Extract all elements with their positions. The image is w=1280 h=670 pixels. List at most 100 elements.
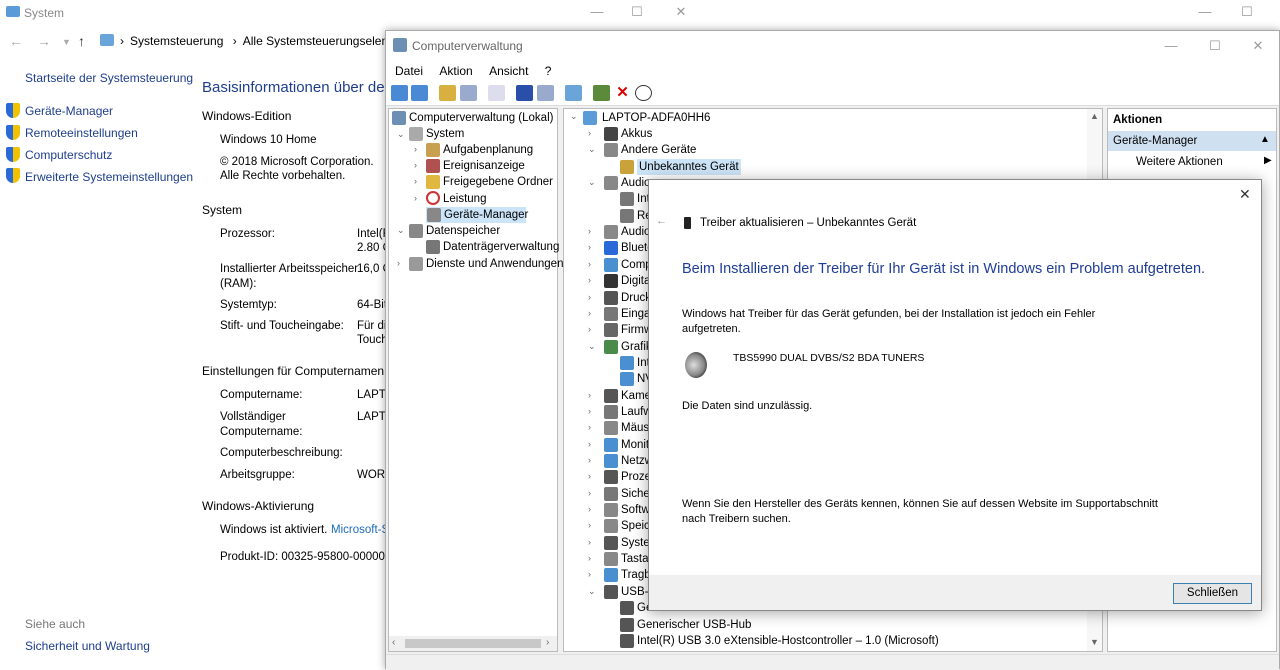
chevron-right-icon[interactable]: ›	[588, 292, 591, 302]
security-maintenance-link[interactable]: Sicherheit und Wartung	[25, 639, 150, 653]
chevron-right-icon[interactable]: ›	[414, 144, 417, 154]
device-category[interactable]: Monit	[621, 437, 649, 453]
back-arrow-icon[interactable]: ←	[656, 215, 667, 227]
menu-file[interactable]: Datei	[386, 61, 423, 78]
scan-hardware-icon[interactable]	[565, 85, 582, 101]
device-category[interactable]: Digita	[621, 273, 650, 289]
remote-settings-link[interactable]: Remoteeinstellungen	[25, 126, 138, 140]
chevron-right-icon[interactable]: ›	[588, 455, 591, 465]
chevron-right-icon[interactable]: ›	[414, 160, 417, 170]
maximize-button[interactable]: ☐	[1192, 34, 1238, 58]
chevron-right-icon[interactable]: ›	[588, 537, 591, 547]
back-arrow-icon[interactable]: ←	[9, 33, 23, 49]
breadcrumb-item[interactable]: Systemsteuerung	[130, 34, 223, 48]
menu-help[interactable]: ?	[532, 61, 552, 78]
chevron-down-icon[interactable]: ▼	[62, 37, 71, 47]
scroll-up-arrow-icon[interactable]: ▲	[1090, 111, 1099, 121]
chevron-right-icon[interactable]: ›	[414, 193, 417, 203]
properties-icon[interactable]	[488, 85, 505, 101]
chevron-down-icon[interactable]: ⌄	[588, 144, 596, 155]
chevron-down-icon[interactable]: ⌄	[588, 586, 596, 597]
chevron-right-icon[interactable]: ›	[588, 226, 591, 236]
tree-item[interactable]: Datenträgerverwaltung	[443, 239, 559, 255]
chevron-right-icon[interactable]: ›	[588, 569, 591, 579]
tree-item[interactable]: Computerverwaltung (Lokal)	[409, 110, 553, 126]
chevron-right-icon[interactable]: ›	[588, 324, 591, 334]
chevron-right-icon[interactable]: ›	[588, 275, 591, 285]
forward-arrow-icon[interactable]	[411, 85, 428, 101]
device-category[interactable]: Druck	[621, 290, 651, 306]
chevron-down-icon[interactable]: ⌄	[397, 129, 405, 140]
scroll-thumb[interactable]	[405, 639, 541, 648]
device-category[interactable]: Audio	[621, 224, 650, 240]
scroll-left-arrow-icon[interactable]: ‹	[392, 637, 395, 648]
chevron-right-icon[interactable]: ›	[588, 504, 591, 514]
chevron-right-icon[interactable]: ›	[588, 242, 591, 252]
minimize-button[interactable]: —	[1148, 34, 1194, 58]
chevron-down-icon[interactable]: ⌄	[588, 341, 596, 352]
chevron-right-icon[interactable]: ›	[588, 471, 591, 481]
tree-item[interactable]: Freigegebene Ordner	[443, 174, 553, 190]
collapse-arrow-icon[interactable]: ▲	[1260, 134, 1270, 145]
up-arrow-icon[interactable]: ↑	[78, 33, 85, 49]
device-category[interactable]: Akkus	[621, 126, 652, 142]
chevron-down-icon[interactable]: ⌄	[588, 177, 596, 188]
system-protection-link[interactable]: Computerschutz	[25, 148, 112, 162]
close-icon[interactable]: ✕	[1239, 186, 1251, 203]
chevron-right-icon[interactable]: ›	[588, 422, 591, 432]
chevron-right-icon[interactable]: ›	[588, 390, 591, 400]
help-icon[interactable]	[516, 85, 533, 101]
chevron-right-icon[interactable]: ›	[588, 308, 591, 318]
chevron-down-icon[interactable]: ⌄	[570, 111, 578, 122]
license-terms-link[interactable]: Microsoft-S	[331, 523, 389, 538]
chevron-right-icon[interactable]: ›	[397, 258, 400, 268]
actions-section-header[interactable]: Geräte-Manager ▲	[1108, 131, 1276, 151]
menu-action[interactable]: Aktion	[426, 61, 472, 78]
tree-item[interactable]: Leistung	[443, 191, 486, 207]
chevron-right-icon[interactable]: ›	[588, 488, 591, 498]
chevron-right-icon[interactable]: ›	[414, 176, 417, 186]
device-manager-link[interactable]: Geräte-Manager	[25, 104, 113, 118]
chevron-right-icon[interactable]: ›	[588, 439, 591, 449]
tree-item[interactable]: Ereignisanzeige	[443, 158, 525, 174]
scroll-down-arrow-icon[interactable]: ▼	[1090, 637, 1099, 647]
tree-item-device-manager[interactable]: Geräte-Manager	[444, 207, 528, 223]
tree-item[interactable]: Dienste und Anwendungen	[426, 256, 563, 272]
maximize-button[interactable]: ☐	[614, 0, 660, 24]
device-item[interactable]: Generischer USB-Hub	[637, 617, 751, 633]
maximize-button[interactable]: ☐	[1224, 0, 1270, 24]
chevron-right-icon[interactable]: ›	[588, 406, 591, 416]
tree-item[interactable]: Datenspeicher	[426, 223, 500, 239]
tree-item[interactable]: Aufgabenplanung	[443, 142, 533, 158]
forward-arrow-icon[interactable]: →	[37, 33, 51, 49]
up-folder-icon[interactable]	[439, 85, 456, 101]
close-button[interactable]: ✕	[658, 0, 704, 24]
tree-item[interactable]: System	[426, 126, 464, 142]
device-category[interactable]: Audio	[621, 175, 650, 191]
minimize-button[interactable]: —	[1182, 0, 1228, 24]
close-button[interactable]: Schließen	[1173, 583, 1252, 604]
action-pane-icon[interactable]	[537, 85, 554, 101]
device-root[interactable]: LAPTOP-ADFA0HH6	[602, 110, 710, 126]
device-category[interactable]: Tragb	[621, 567, 651, 583]
back-arrow-icon[interactable]	[391, 85, 408, 101]
update-driver-icon[interactable]	[593, 85, 610, 101]
chevron-down-icon[interactable]: ⌄	[397, 225, 405, 236]
download-icon[interactable]	[635, 85, 652, 101]
advanced-settings-link[interactable]: Erweiterte Systemeinstellungen	[25, 170, 193, 184]
device-category[interactable]: Softw	[621, 502, 650, 518]
chevron-right-icon[interactable]: ›	[588, 553, 591, 563]
device-item[interactable]: Unbekanntes Gerät	[637, 158, 741, 175]
show-hide-tree-icon[interactable]	[460, 85, 477, 101]
chevron-right-icon[interactable]: ›	[588, 520, 591, 530]
scroll-right-arrow-icon[interactable]: ›	[546, 637, 549, 648]
horizontal-scrollbar[interactable]: ‹ ›	[389, 636, 557, 651]
device-category[interactable]: Andere Geräte	[621, 142, 696, 158]
menu-view[interactable]: Ansicht	[476, 61, 528, 78]
chevron-right-icon[interactable]: ›	[588, 259, 591, 269]
more-actions-item[interactable]: Weitere Aktionen	[1136, 154, 1223, 170]
device-item[interactable]: Intel(R) USB 3.0 eXtensible-Hostcontroll…	[637, 633, 939, 649]
close-button[interactable]: ✕	[1235, 34, 1280, 58]
chevron-right-icon[interactable]: ›	[588, 128, 591, 138]
uninstall-icon[interactable]: ✕	[614, 85, 631, 101]
